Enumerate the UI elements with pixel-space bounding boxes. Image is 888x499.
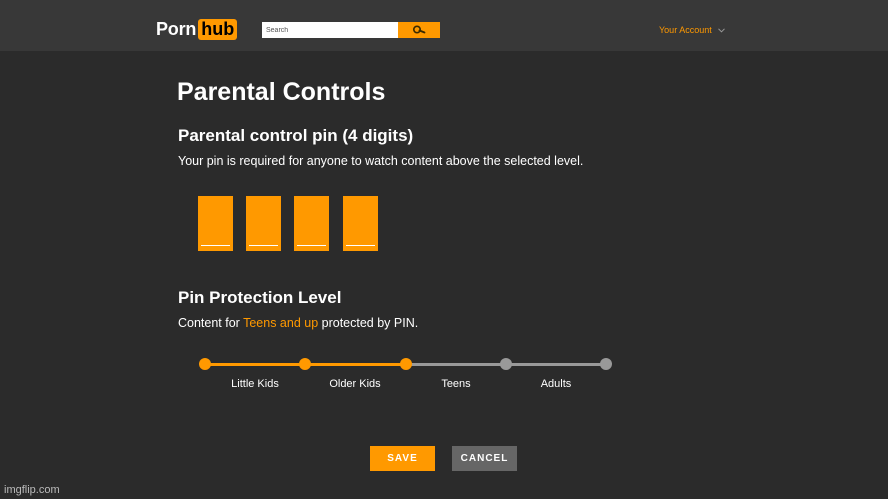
pin-underline (297, 245, 326, 246)
site-logo[interactable]: Porn hub (156, 17, 238, 41)
pin-digit-1[interactable] (198, 196, 233, 251)
slider-track-segment (406, 363, 506, 366)
slider-stop-5[interactable] (600, 358, 612, 370)
level-description: Content for Teens and up protected by PI… (178, 316, 418, 330)
search-icon (412, 25, 426, 34)
save-button[interactable]: SAVE (370, 446, 435, 471)
level-label-older-kids[interactable]: Older Kids (305, 378, 405, 390)
slider-track-segment (506, 363, 606, 366)
top-navigation-bar: Porn hub Your Account (0, 0, 888, 51)
chevron-down-icon (717, 27, 725, 33)
pin-underline (346, 245, 375, 246)
pin-underline (201, 245, 230, 246)
account-menu[interactable]: Your Account (659, 25, 725, 35)
logo-text-part2: hub (198, 18, 238, 40)
cancel-button[interactable]: CANCEL (452, 446, 517, 471)
pin-digit-4[interactable] (343, 196, 378, 251)
search-button[interactable] (398, 22, 440, 38)
search-input[interactable] (262, 22, 398, 38)
level-text-highlight: Teens and up (243, 316, 319, 330)
protection-level-slider[interactable] (198, 357, 614, 371)
page-title: Parental Controls (177, 78, 386, 106)
slider-track-segment (305, 363, 406, 366)
level-heading: Pin Protection Level (178, 288, 342, 307)
pin-digit-3[interactable] (294, 196, 329, 251)
pin-description: Your pin is required for anyone to watch… (178, 154, 584, 168)
slider-stop-1[interactable] (199, 358, 211, 370)
level-text-before: Content for (178, 316, 244, 330)
slider-stop-3[interactable] (400, 358, 412, 370)
slider-stop-4[interactable] (500, 358, 512, 370)
slider-track-segment (205, 363, 305, 366)
logo-text-part1: Porn (156, 18, 197, 39)
watermark: imgflip.com (4, 484, 60, 496)
pin-underline (249, 245, 278, 246)
pin-digit-2[interactable] (246, 196, 281, 251)
slider-stop-2[interactable] (299, 358, 311, 370)
account-label: Your Account (659, 25, 712, 35)
level-label-teens[interactable]: Teens (406, 378, 506, 390)
level-text-after: protected by PIN. (318, 316, 419, 330)
level-label-little-kids[interactable]: Little Kids (205, 378, 305, 390)
pin-heading: Parental control pin (4 digits) (178, 126, 414, 145)
level-label-adults[interactable]: Adults (506, 378, 606, 390)
